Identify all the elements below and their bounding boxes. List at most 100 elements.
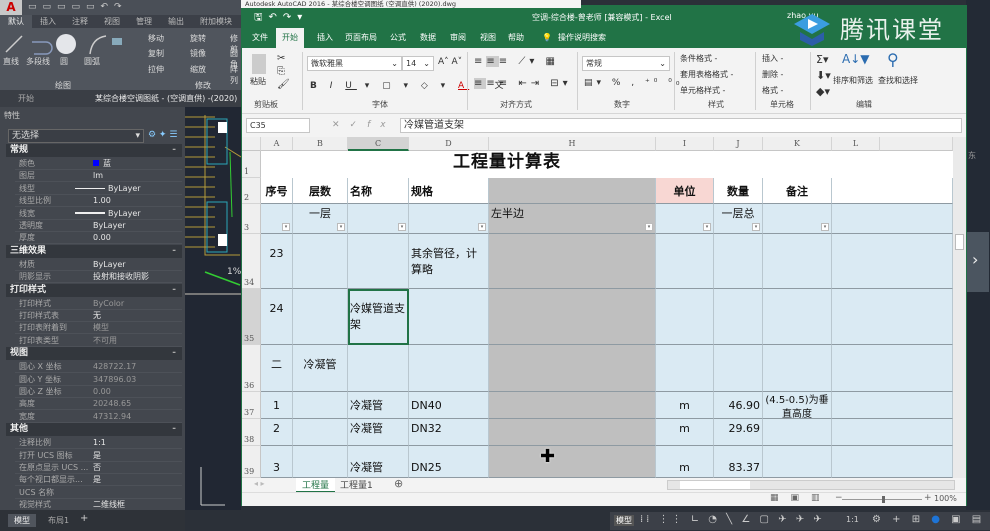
add-sheet-icon[interactable]: ⊕ [394, 477, 403, 490]
cell[interactable] [409, 289, 489, 345]
property-row[interactable]: 阴影显示 投射和接收阴影 [15, 271, 182, 284]
status-settings-icons[interactable]: ⚙ + ⊞ ● ▣ ▤ ≡ [872, 514, 990, 525]
cell-styles-button[interactable]: 单元格样式 - [680, 85, 725, 96]
zoom-level[interactable]: 100% [934, 494, 957, 503]
property-row[interactable]: 打印表类型 不可用 [15, 335, 182, 347]
cell[interactable] [656, 289, 714, 345]
cell[interactable] [293, 392, 348, 419]
worksheet-grid[interactable]: A B C D H I J K L 1 工程量计算表 2 序号 层数 名称 规格 单位 数量 备注 3 ▾ 一层 ▾ ▾ ▾ 左半… [242, 137, 953, 478]
filter-dropdown-icon[interactable]: ▾ [478, 223, 486, 231]
tool-mirror[interactable]: 镜像 [190, 48, 206, 59]
excel-tab[interactable]: 开始 [276, 28, 304, 48]
column-header[interactable]: D [409, 137, 489, 151]
cell[interactable]: 名称 [348, 178, 409, 204]
viewcube-label[interactable]: 东 [968, 150, 976, 161]
cell[interactable] [293, 419, 348, 446]
font-size-select[interactable]: 14 ⌄ [402, 56, 434, 71]
status-toggle-icons[interactable]: ⁞⁞ ⋮⋮ ∟ ◔ ╲ ∠ ▢ ✈ ✈ ✈ [640, 514, 825, 525]
filter-dropdown-icon[interactable]: ▾ [398, 223, 406, 231]
excel-tab[interactable]: 审阅 [450, 28, 466, 48]
section-header[interactable]: 视图 [6, 347, 182, 361]
selected-cell[interactable]: 冷媒管道支架 [348, 289, 409, 345]
vertical-scrollbar[interactable] [953, 137, 966, 478]
cell[interactable]: m [656, 446, 714, 478]
cell[interactable]: 二 [261, 345, 293, 392]
insert-cells-button[interactable]: 插入 - [762, 53, 783, 64]
cell[interactable]: 冷凝管 [348, 392, 409, 419]
tool-copy[interactable]: 复制 [148, 48, 164, 59]
property-row[interactable]: 注释比例 1:1 [15, 437, 182, 450]
font-grow-shrink-icons[interactable]: A˄ A˅ [438, 57, 462, 67]
cell[interactable] [832, 204, 953, 234]
horizontal-scrollbar[interactable] [667, 480, 955, 490]
cell[interactable]: 3 [261, 446, 293, 478]
tool-circle[interactable]: 圆 [60, 56, 68, 67]
excel-tab[interactable]: 文件 [252, 28, 268, 48]
select-all-button[interactable] [242, 137, 261, 151]
cell[interactable]: 层数 [293, 178, 348, 204]
excel-tab[interactable]: 帮助 [508, 28, 524, 48]
zoom-out-button[interactable]: − [835, 493, 843, 503]
sheet-tab-active[interactable]: 工程量 [296, 478, 336, 493]
add-layout-icon[interactable]: + [80, 513, 88, 524]
column-header[interactable]: H [489, 137, 656, 151]
property-row[interactable]: 打印样式 ByColor [15, 298, 182, 310]
vertical-align-buttons[interactable]: ≡≡≡ ⟋▾ ▦ [474, 56, 559, 67]
tool-scale[interactable]: 缩放 [190, 64, 206, 75]
view-mode-buttons[interactable]: ▦▣▥ [770, 493, 832, 503]
cell[interactable]: 冷凝管 [348, 446, 409, 478]
cell[interactable] [293, 446, 348, 478]
paste-icon[interactable] [252, 54, 266, 74]
cell[interactable] [348, 234, 409, 289]
cell[interactable]: ▾ [261, 204, 293, 234]
number-format-select[interactable]: 常规 ⌄ [582, 56, 670, 71]
find-select-button[interactable]: 查找和选择 [878, 75, 918, 86]
formula-buttons[interactable]: ✕✓fx [332, 120, 396, 130]
sheet-nav-arrows[interactable]: ◂ ▸ [254, 479, 265, 488]
row-header[interactable]: 3 [242, 204, 261, 234]
autocad-logo-icon[interactable]: A [0, 0, 22, 15]
annotation-scale[interactable]: 1:1 [846, 515, 859, 524]
cell[interactable] [763, 419, 832, 446]
cell[interactable]: 24 [261, 289, 293, 345]
cell[interactable]: 数量 [714, 178, 763, 204]
cell[interactable] [832, 178, 953, 204]
cell[interactable] [714, 289, 763, 345]
cad-tab-view[interactable]: 视图 [96, 15, 128, 28]
cell[interactable] [832, 289, 953, 345]
property-row[interactable]: 圆心 Y 坐标 347896.03 [15, 374, 182, 386]
property-row[interactable]: 打印样式表 无 [15, 310, 182, 322]
column-header[interactable]: L [832, 137, 880, 151]
hscroll-thumb[interactable] [680, 481, 750, 489]
property-row[interactable]: 线型比例 1.00 [15, 195, 182, 208]
cell[interactable]: 一层 ▾ [293, 204, 348, 234]
property-row[interactable]: 打印表附着到 模型 [15, 322, 182, 335]
cell[interactable] [489, 446, 656, 478]
row-header[interactable]: 35 [242, 289, 261, 345]
name-box[interactable]: C35 [246, 118, 310, 133]
cell[interactable]: 其余管径，计算略 [409, 234, 489, 289]
selection-dropdown[interactable]: 无选择 ▾ [8, 129, 144, 143]
tool-arc[interactable]: 圆弧 [84, 56, 100, 67]
tool-array[interactable]: 阵列 [230, 64, 241, 86]
cell[interactable]: 冷凝管 [348, 419, 409, 446]
column-header[interactable]: B [293, 137, 348, 151]
doc-tab-start[interactable]: 开始 [18, 93, 34, 104]
cell[interactable] [489, 289, 656, 345]
format-as-table-button[interactable]: 套用表格格式 - [680, 69, 733, 80]
cell[interactable] [832, 392, 953, 419]
filter-dropdown-icon[interactable]: ▾ [821, 223, 829, 231]
cell[interactable] [832, 419, 953, 446]
column-header[interactable]: J [714, 137, 763, 151]
cell[interactable]: 单位 [656, 178, 714, 204]
cell[interactable] [489, 234, 656, 289]
row-header[interactable]: 1 [242, 151, 261, 178]
row-header[interactable]: 2 [242, 178, 261, 204]
sort-filter-button[interactable]: 排序和筛选 [833, 75, 873, 86]
horizontal-align-buttons[interactable]: ≡≡≡ ⇤⇥ ⊟▾ [474, 78, 572, 89]
property-row[interactable]: 材质 ByLayer [15, 259, 182, 271]
cell[interactable]: ▾ [763, 204, 832, 234]
property-row[interactable]: 图层 lm [15, 170, 182, 183]
quick-select-icon[interactable]: ⚙ ✦ ☰ [148, 130, 177, 140]
cell[interactable] [832, 345, 953, 392]
